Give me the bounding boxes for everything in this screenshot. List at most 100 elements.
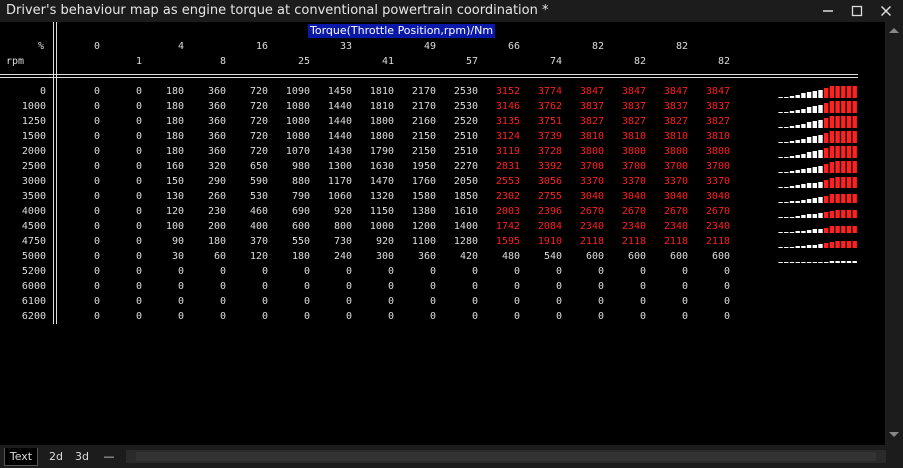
- scroll-up-icon[interactable]: [889, 28, 899, 33]
- bar-segment: [824, 196, 829, 203]
- table-cell: 0: [93, 176, 100, 187]
- table-cell: 2340: [663, 221, 688, 232]
- row-bar-graph: [778, 194, 857, 203]
- table-cell: 0: [429, 281, 436, 292]
- bar-segment: [784, 232, 789, 233]
- table-cell: 0: [471, 311, 478, 322]
- table-cell: 3370: [705, 176, 730, 187]
- horizontal-scroll-thumb[interactable]: [136, 452, 876, 461]
- tab-more[interactable]: —: [98, 448, 120, 465]
- table-cell: 0: [135, 206, 142, 217]
- bar-segment: [841, 161, 846, 173]
- bar-segment: [801, 200, 806, 203]
- table-cell: 2302: [495, 191, 520, 202]
- table-cell: 400: [249, 221, 268, 232]
- table-cell: 0: [135, 191, 142, 202]
- table-cell: 3762: [537, 101, 562, 112]
- table-cell: 0: [471, 266, 478, 277]
- table-cell: 1430: [327, 146, 352, 157]
- bar-segment: [841, 131, 846, 143]
- table-cell: 650: [249, 161, 268, 172]
- column-header-bottom: 82: [633, 56, 646, 67]
- bar-segment: [818, 262, 823, 263]
- tab-2d[interactable]: 2d: [44, 448, 68, 465]
- table-cell: 2553: [495, 176, 520, 187]
- table-cell: 550: [291, 236, 310, 247]
- bar-segment: [778, 202, 783, 203]
- maximize-button[interactable]: [845, 2, 869, 20]
- bar-segment: [789, 126, 795, 128]
- table-cell: 0: [597, 281, 604, 292]
- table-cell: 3827: [621, 116, 646, 127]
- bar-segment: [852, 101, 857, 113]
- bar-segment: [806, 107, 812, 113]
- table-cell: 1400: [453, 221, 478, 232]
- torque-map-table[interactable]: Torque(Throttle Position,rpm)/Nm % rpm 0…: [0, 22, 885, 445]
- table-cell: 0: [135, 101, 142, 112]
- table-cell: 530: [249, 191, 268, 202]
- close-icon: [880, 5, 892, 17]
- bar-segment: [806, 92, 812, 98]
- table-cell: 120: [165, 206, 184, 217]
- table-cell: 0: [513, 266, 520, 277]
- table-cell: 0: [681, 311, 688, 322]
- bar-segment: [852, 194, 857, 203]
- row-bar-graph: [778, 210, 857, 218]
- table-cell: 0: [513, 281, 520, 292]
- scroll-down-icon[interactable]: [889, 432, 899, 437]
- table-cell: 0: [639, 311, 646, 322]
- vertical-scrollbar[interactable]: [885, 22, 903, 445]
- table-cell: 3056: [537, 176, 562, 187]
- table-cell: 0: [681, 296, 688, 307]
- table-cell: 0: [471, 296, 478, 307]
- table-cell: 1320: [369, 191, 394, 202]
- row-bar-graph: [767, 265, 859, 278]
- row-header-rpm: 1500: [21, 131, 46, 142]
- tab-text[interactable]: Text: [4, 448, 38, 466]
- table-cell: 3800: [705, 146, 730, 157]
- bar-segment: [795, 170, 800, 173]
- table-cell: 180: [165, 146, 184, 157]
- bar-segment: [835, 131, 840, 143]
- bar-segment: [824, 88, 829, 98]
- table-cell: 1810: [369, 101, 394, 112]
- table-cell: 0: [681, 266, 688, 277]
- table-cell: 2170: [411, 101, 436, 112]
- row-bar-graph: [767, 310, 859, 323]
- table-cell: 0: [135, 221, 142, 232]
- tab-3d[interactable]: 3d: [70, 448, 94, 465]
- table-cell: 3392: [537, 161, 562, 172]
- row-bar-graph: [767, 295, 859, 308]
- bar-segment: [824, 243, 829, 248]
- bar-segment: [789, 156, 795, 158]
- bar-segment: [806, 214, 812, 218]
- table-cell: 2670: [579, 206, 604, 217]
- close-button[interactable]: [874, 2, 898, 20]
- bar-segment: [818, 135, 823, 143]
- table-cell: 0: [723, 296, 730, 307]
- column-header-bottom: 25: [297, 56, 310, 67]
- row-header-rpm: 1250: [21, 116, 46, 127]
- table-cell: 0: [135, 176, 142, 187]
- table-cell: 920: [333, 206, 352, 217]
- horizontal-scrollbar[interactable]: [126, 450, 886, 463]
- table-cell: 2831: [495, 161, 520, 172]
- table-cell: 3847: [579, 86, 604, 97]
- table-cell: 1790: [369, 146, 394, 157]
- table-cell: 0: [471, 281, 478, 292]
- minimize-button[interactable]: [816, 2, 840, 20]
- table-cell: 3847: [621, 86, 646, 97]
- table-cell: 1440: [327, 101, 352, 112]
- bar-segment: [841, 116, 846, 128]
- column-header-bottom: 1: [135, 56, 142, 67]
- bar-segment: [795, 140, 800, 143]
- bar-segment: [789, 262, 795, 263]
- table-cell: 2340: [579, 221, 604, 232]
- bar-segment: [806, 152, 812, 158]
- bar-segment: [789, 201, 795, 203]
- table-cell: 0: [135, 281, 142, 292]
- table-cell: 180: [291, 251, 310, 262]
- table-cell: 2170: [411, 86, 436, 97]
- table-cell: 2270: [453, 161, 478, 172]
- column-header-top: 66: [507, 41, 520, 52]
